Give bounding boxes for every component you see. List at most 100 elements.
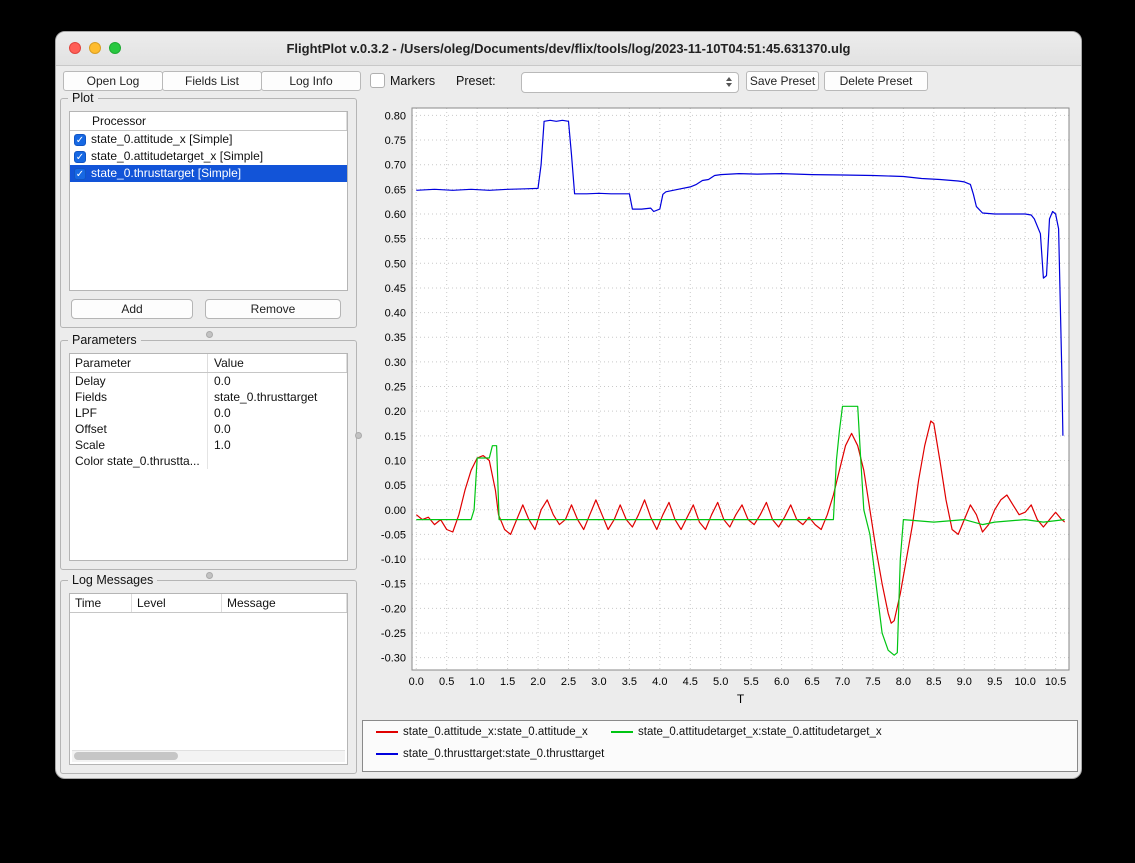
legend-line-sample	[376, 731, 398, 733]
minimize-window-button[interactable]	[89, 42, 101, 54]
svg-text:8.5: 8.5	[926, 676, 941, 688]
scrollbar-thumb[interactable]	[74, 752, 178, 760]
titlebar[interactable]: FlightPlot v.0.3.2 - /Users/oleg/Documen…	[56, 32, 1081, 66]
svg-text:6.0: 6.0	[774, 676, 789, 688]
svg-text:0.05: 0.05	[385, 480, 406, 492]
svg-text:4.0: 4.0	[652, 676, 667, 688]
remove-button[interactable]: Remove	[205, 299, 341, 319]
fields-list-button[interactable]: Fields List	[162, 71, 262, 91]
chart-area[interactable]: 0.00.51.01.52.02.53.03.54.04.55.05.56.06…	[362, 96, 1078, 716]
log-messages-table[interactable]: Time Level Message	[69, 593, 348, 765]
svg-text:0.70: 0.70	[385, 160, 406, 172]
parameters-group-title: Parameters	[68, 333, 141, 347]
legend-label: state_0.attitude_x:state_0.attitude_x	[403, 726, 588, 738]
plot-table-row[interactable]: ✓ state_0.attitudetarget_x [Simple]	[70, 148, 347, 165]
svg-text:6.5: 6.5	[804, 676, 819, 688]
parameters-table-header: Parameter Value	[70, 354, 347, 373]
legend-line-sample	[376, 753, 398, 755]
parameters-table-body: Delay0.0Fieldsstate_0.thrusttargetLPF0.0…	[70, 373, 347, 469]
svg-text:0.65: 0.65	[385, 184, 406, 196]
log-messages-table-header: Time Level Message	[70, 594, 347, 613]
svg-text:0.5: 0.5	[439, 676, 454, 688]
row-label: state_0.attitudetarget_x [Simple]	[91, 148, 263, 165]
zoom-window-button[interactable]	[109, 42, 121, 54]
combo-stepper-icon	[723, 75, 735, 89]
parameter-row[interactable]: Color state_0.thrustta...	[70, 453, 347, 469]
svg-text:10.5: 10.5	[1045, 676, 1066, 688]
delete-preset-button[interactable]: Delete Preset	[824, 71, 928, 91]
parameter-row[interactable]: Offset0.0	[70, 421, 347, 437]
vertical-splitter-handle[interactable]	[355, 432, 362, 439]
svg-text:2.5: 2.5	[561, 676, 576, 688]
svg-text:0.00: 0.00	[385, 505, 406, 517]
splitter-handle[interactable]	[206, 572, 213, 579]
svg-text:5.5: 5.5	[744, 676, 759, 688]
message-column-header: Message	[222, 594, 347, 612]
svg-text:-0.20: -0.20	[381, 603, 406, 615]
svg-text:-0.05: -0.05	[381, 529, 406, 541]
row-checkbox[interactable]: ✓	[74, 151, 86, 163]
value-column-header: Value	[208, 354, 347, 372]
close-window-button[interactable]	[69, 42, 81, 54]
parameter-column-header: Parameter	[70, 354, 208, 372]
save-preset-button[interactable]: Save Preset	[746, 71, 819, 91]
svg-text:1.0: 1.0	[470, 676, 485, 688]
open-log-button[interactable]: Open Log	[63, 71, 163, 91]
horizontal-scrollbar[interactable]	[72, 750, 345, 762]
preset-label: Preset:	[456, 74, 496, 88]
log-messages-group-title: Log Messages	[68, 573, 157, 587]
parameter-row[interactable]: Delay0.0	[70, 373, 347, 389]
svg-text:0.50: 0.50	[385, 258, 406, 270]
svg-text:0.80: 0.80	[385, 110, 406, 122]
markers-checkbox[interactable]	[370, 73, 385, 88]
parameter-row[interactable]: Fieldsstate_0.thrusttarget	[70, 389, 347, 405]
legend-item: state_0.attitudetarget_x:state_0.attitud…	[611, 726, 882, 738]
svg-text:0.55: 0.55	[385, 234, 406, 246]
toolbar: Open Log Fields List Log Info Markers Pr…	[56, 68, 1081, 96]
svg-text:9.0: 9.0	[957, 676, 972, 688]
svg-text:10.0: 10.0	[1014, 676, 1035, 688]
parameter-row[interactable]: Scale1.0	[70, 437, 347, 453]
parameter-value[interactable]: 1.0	[208, 437, 347, 453]
legend-item: state_0.attitude_x:state_0.attitude_x	[376, 726, 588, 738]
svg-text:-0.30: -0.30	[381, 653, 406, 665]
row-label: state_0.attitude_x [Simple]	[91, 131, 232, 148]
window-title: FlightPlot v.0.3.2 - /Users/oleg/Documen…	[136, 32, 1001, 65]
svg-text:-0.10: -0.10	[381, 554, 406, 566]
parameter-value[interactable]: state_0.thrusttarget	[208, 389, 347, 405]
svg-text:0.35: 0.35	[385, 332, 406, 344]
svg-text:0.45: 0.45	[385, 283, 406, 295]
parameters-group: Parameters Parameter Value Delay0.0Field…	[60, 340, 357, 570]
legend-label: state_0.attitudetarget_x:state_0.attitud…	[638, 726, 882, 738]
app-window: FlightPlot v.0.3.2 - /Users/oleg/Documen…	[55, 31, 1082, 779]
parameter-value[interactable]: 0.0	[208, 373, 347, 389]
svg-text:8.0: 8.0	[896, 676, 911, 688]
svg-text:1.5: 1.5	[500, 676, 515, 688]
parameters-table[interactable]: Parameter Value Delay0.0Fieldsstate_0.th…	[69, 353, 348, 561]
svg-text:7.0: 7.0	[835, 676, 850, 688]
log-info-button[interactable]: Log Info	[261, 71, 361, 91]
time-column-header: Time	[70, 594, 132, 612]
preset-select[interactable]	[521, 72, 739, 93]
plot-table-row[interactable]: ✓state_0.thrusttarget [Simple]	[70, 165, 347, 182]
parameter-value[interactable]: 0.0	[208, 405, 347, 421]
splitter-handle[interactable]	[206, 331, 213, 338]
processor-column-header: Processor	[70, 112, 347, 130]
plot-table-row[interactable]: ✓ state_0.attitude_x [Simple]	[70, 131, 347, 148]
plot-group: Plot Processor ✓state_0.attitude_x [Simp…	[60, 98, 357, 328]
row-checkbox[interactable]: ✓	[74, 134, 86, 146]
svg-text:0.20: 0.20	[385, 406, 406, 418]
parameter-value[interactable]: 0.0	[208, 421, 347, 437]
svg-text:0.40: 0.40	[385, 308, 406, 320]
chart-legend: state_0.attitude_x:state_0.attitude_x sta…	[362, 720, 1078, 772]
markers-label: Markers	[390, 74, 435, 88]
row-checkbox[interactable]: ✓	[74, 168, 86, 180]
add-button[interactable]: Add	[71, 299, 193, 319]
svg-text:0.75: 0.75	[385, 135, 406, 147]
plot-table[interactable]: Processor ✓state_0.attitude_x [Simple]✓s…	[69, 111, 348, 291]
parameter-name: Scale	[70, 437, 208, 453]
svg-text:4.5: 4.5	[683, 676, 698, 688]
parameter-name: Fields	[70, 389, 208, 405]
parameter-row[interactable]: LPF0.0	[70, 405, 347, 421]
screen: FlightPlot v.0.3.2 - /Users/oleg/Documen…	[0, 0, 1135, 863]
